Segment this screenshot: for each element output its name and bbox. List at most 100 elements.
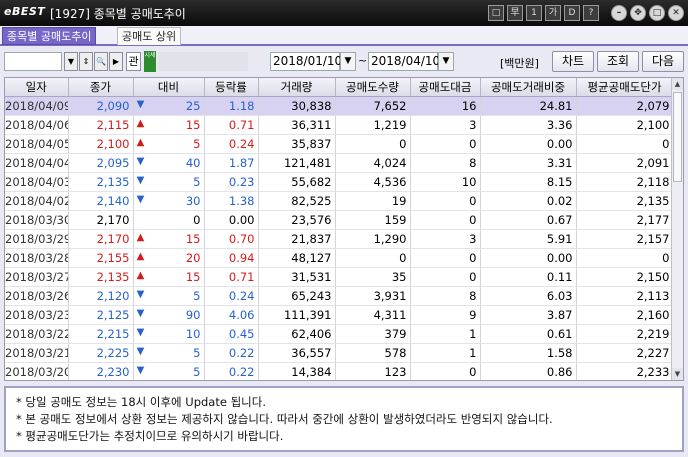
cell-close: 2,120	[68, 286, 134, 306]
table-row[interactable]: 2018/03/27 2,135 ▲ 15 0.71 31,531 35 0 0.11 2,150	[5, 267, 674, 287]
chart-button[interactable]: 차트	[552, 51, 594, 72]
cell-avg-price: 2,227	[576, 343, 674, 363]
cell-short-ratio: 3.31	[480, 153, 577, 173]
table-row[interactable]: 2018/03/29 2,170 ▲ 15 0.70 21,837 1,290 3 5.91 2,…	[5, 229, 674, 249]
table-row[interactable]: 2018/03/30 2,170 0 0.00 23,576 159 0 0.67 2,177	[5, 210, 674, 230]
tab-bar: 종목별 공매도추이 공매도 상위	[0, 26, 688, 46]
cell-short-qty: 578	[335, 343, 411, 363]
table-row[interactable]: 2018/03/21 2,225 ▼ 5 0.22 36,557 578 1 1.58 2,227	[5, 343, 674, 363]
cell-short-qty: 1,219	[335, 115, 411, 135]
cell-volume: 14,384	[258, 362, 336, 380]
next-button[interactable]: 다음	[642, 51, 684, 72]
window-button-2[interactable]: 早	[507, 5, 523, 21]
cell-date: 2018/04/09	[5, 96, 69, 116]
change-value: 15	[185, 231, 201, 246]
cell-rate: 0.22	[204, 362, 259, 380]
window-button-3[interactable]: 1	[526, 5, 542, 21]
down-arrow-icon: ▼	[136, 364, 145, 376]
table-row[interactable]: 2018/04/03 2,135 ▼ 5 0.23 55,682 4,536 10 8.15 2,…	[5, 172, 674, 192]
move-icon[interactable]: ✥	[630, 5, 646, 21]
table-row[interactable]: 2018/04/06 2,115 ▲ 15 0.71 36,311 1,219 3 3.36 2,…	[5, 115, 674, 135]
col-header-short-amount[interactable]: 공매도대금	[410, 78, 481, 97]
short-selling-table[interactable]: 일자 종가 대비 등락률 거래량 공매도수량 공매도대금 공매도거래비중 평균공…	[4, 77, 684, 381]
tab-short-selling-by-stock[interactable]: 종목별 공매도추이	[2, 27, 97, 45]
search-icon[interactable]: 🔍	[94, 52, 108, 71]
col-header-volume[interactable]: 거래량	[258, 78, 336, 97]
cell-rate: 0.45	[204, 324, 259, 344]
window-button-1[interactable]: □	[488, 5, 504, 21]
change-value: 90	[185, 307, 201, 322]
close-icon[interactable]: ✕	[668, 5, 684, 21]
cell-avg-price: 0	[576, 248, 674, 268]
note-line: * 평균공매도단가는 추정치이므로 유의하시기 바랍니다.	[16, 429, 284, 443]
scroll-up-icon[interactable]: ▲	[672, 78, 683, 90]
cell-close: 2,115	[68, 115, 134, 135]
cell-short-amount: 9	[410, 305, 481, 325]
table-row[interactable]: 2018/03/26 2,120 ▼ 5 0.24 65,243 3,931 8 6.03 2,1…	[5, 286, 674, 306]
date-to-input[interactable]: 2018/04/10	[368, 52, 440, 71]
vertical-scrollbar[interactable]: ▲ ▼	[671, 78, 683, 380]
cell-close: 2,140	[68, 191, 134, 211]
date-from-dropdown-icon[interactable]: ▼	[340, 52, 356, 71]
up-down-stepper-icon[interactable]: ⇕	[79, 52, 93, 71]
cell-avg-price: 2,150	[576, 267, 674, 287]
col-header-close[interactable]: 종가	[68, 78, 134, 97]
cell-rate: 1.38	[204, 191, 259, 211]
scroll-thumb[interactable]	[673, 92, 682, 182]
minimize-icon[interactable]: –	[611, 5, 627, 21]
col-header-avg-price[interactable]: 평균공매도단가	[576, 78, 674, 97]
help-button[interactable]: ?	[583, 5, 599, 21]
date-to-dropdown-icon[interactable]: ▼	[438, 52, 454, 71]
cell-short-amount: 8	[410, 286, 481, 306]
price-icon[interactable]: 시세	[144, 51, 156, 72]
cell-change: ▼ 10	[133, 324, 205, 344]
scroll-down-icon[interactable]: ▼	[672, 368, 683, 380]
down-arrow-icon: ▼	[136, 193, 145, 205]
cell-avg-price: 2,135	[576, 191, 674, 211]
table-row[interactable]: 2018/04/04 2,095 ▼ 40 1.87 121,481 4,024 8 3.31 2…	[5, 153, 674, 173]
cell-change: ▲ 5	[133, 134, 205, 154]
cell-short-amount: 8	[410, 153, 481, 173]
cell-short-amount: 0	[410, 362, 481, 380]
date-from-input[interactable]: 2018/01/10	[270, 52, 342, 71]
col-header-short-qty[interactable]: 공매도수량	[335, 78, 411, 97]
search-button[interactable]: 조회	[597, 51, 639, 72]
maximize-icon[interactable]: □	[649, 5, 665, 21]
cell-volume: 111,391	[258, 305, 336, 325]
tab-short-selling-top[interactable]: 공매도 상위	[117, 27, 182, 45]
table-row[interactable]: 2018/04/09 2,090 ▼ 25 1.18 30,838 7,652 16 24.81…	[5, 96, 674, 116]
window-button-5[interactable]: D	[564, 5, 580, 21]
change-value: 40	[185, 155, 201, 170]
col-header-rate[interactable]: 등락률	[204, 78, 259, 97]
cell-close: 2,135	[68, 267, 134, 287]
gwan-button[interactable]: 관	[126, 52, 141, 71]
down-arrow-icon: ▼	[136, 345, 145, 357]
cell-short-amount: 0	[410, 191, 481, 211]
table-row[interactable]: 2018/03/22 2,215 ▼ 10 0.45 62,406 379 1 0.61 2,21…	[5, 324, 674, 344]
table-row[interactable]: 2018/04/05 2,100 ▲ 5 0.24 35,837 0 0 0.00 0	[5, 134, 674, 154]
cell-short-qty: 0	[335, 248, 411, 268]
cell-close: 2,135	[68, 172, 134, 192]
table-row[interactable]: 2018/04/02 2,140 ▼ 30 1.38 82,525 19 0 0.02 2,135	[5, 191, 674, 211]
stock-code-input[interactable]	[4, 52, 62, 71]
table-row[interactable]: 2018/03/23 2,125 ▼ 90 4.06 111,391 4,311 9 3.87 2…	[5, 305, 674, 325]
cell-short-qty: 35	[335, 267, 411, 287]
table-row[interactable]: 2018/03/20 2,230 ▼ 5 0.22 14,384 123 0 0.86 2,233	[5, 362, 674, 380]
cell-change: ▼ 40	[133, 153, 205, 173]
col-header-short-ratio[interactable]: 공매도거래비중	[480, 78, 577, 97]
cell-rate: 0.94	[204, 248, 259, 268]
col-header-change[interactable]: 대비	[133, 78, 205, 97]
cell-rate: 0.24	[204, 286, 259, 306]
window-button-4[interactable]: 가	[545, 5, 561, 21]
change-value: 0	[193, 212, 201, 227]
cell-short-qty: 4,536	[335, 172, 411, 192]
col-header-date[interactable]: 일자	[5, 78, 69, 97]
cell-close: 2,125	[68, 305, 134, 325]
play-arrow-icon[interactable]: ▶	[109, 52, 123, 71]
chevron-down-icon[interactable]: ▼	[64, 52, 78, 71]
down-arrow-icon: ▼	[136, 174, 145, 186]
cell-date: 2018/03/22	[5, 324, 69, 344]
cell-short-qty: 159	[335, 210, 411, 230]
table-row[interactable]: 2018/03/28 2,155 ▲ 20 0.94 48,127 0 0 0.00 0	[5, 248, 674, 268]
cell-change: ▲ 15	[133, 229, 205, 249]
